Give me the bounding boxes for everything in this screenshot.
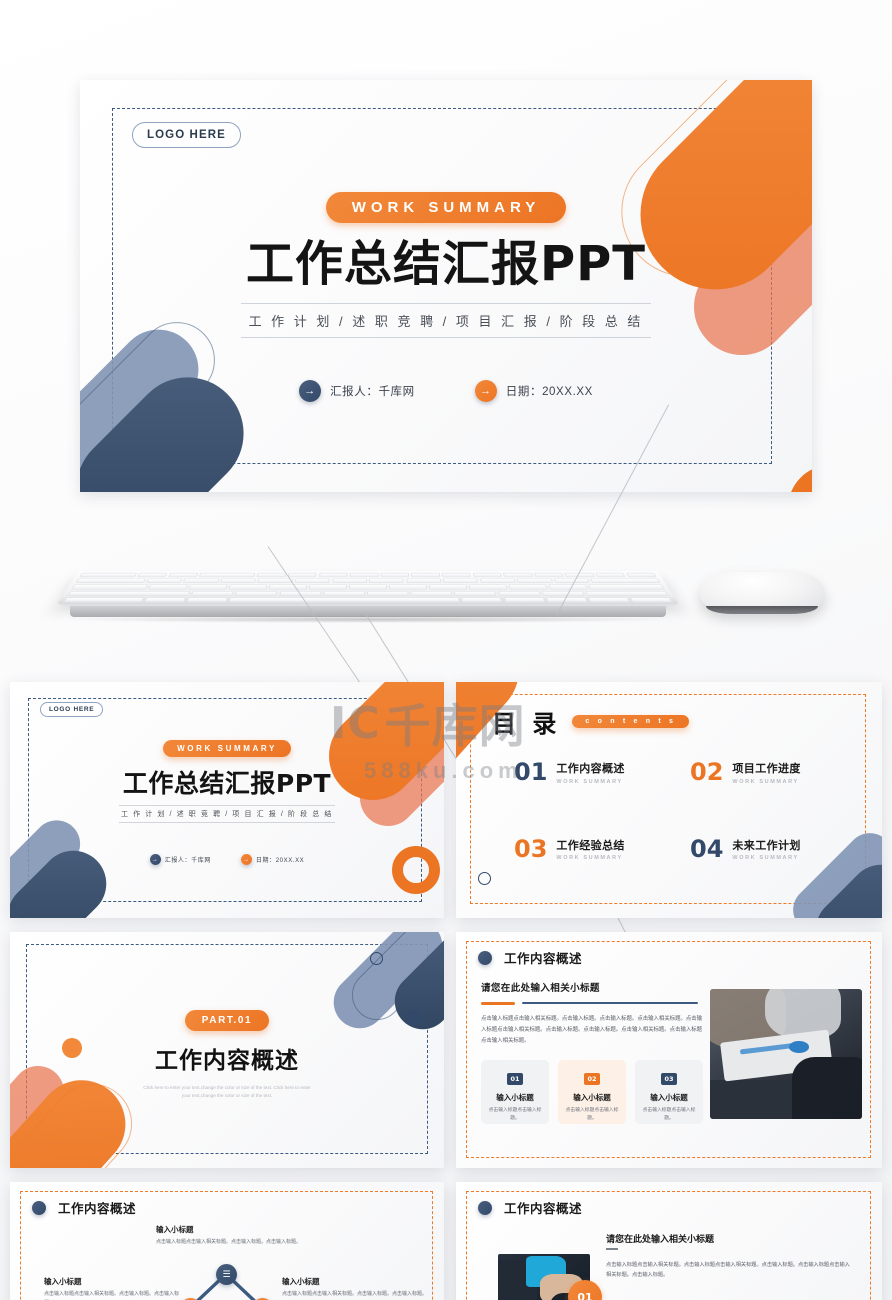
toc-item-title: 项目工作进度 <box>732 763 801 775</box>
slide-thumbnail-section-divider[interactable]: PART.01 工作内容概述 Click here to enter your … <box>10 932 444 1168</box>
slide7-body-text: 点击输入标题点击输入相关标题。点击输入标题点击输入相关标题。点击输入标题。点击输… <box>606 1262 850 1279</box>
hero-logo[interactable]: LOGO HERE <box>132 122 241 148</box>
ppt-template-preview-page: LOGO HERE WORK SUMMARY 工作总结汇报PPT 工 作 计 划… <box>0 0 892 1300</box>
rule-orange <box>481 1002 515 1005</box>
slide3-contents-pill: c o n t e n t s <box>572 715 690 728</box>
slide2-subtitle: 工 作 计 划 / 述 职 竞 聘 / 项 目 汇 报 / 阶 段 总 结 <box>119 805 335 823</box>
rule-navy <box>522 1002 698 1005</box>
toc-item-title: 工作内容概述 <box>556 763 625 775</box>
slide-thumbnail-content-photo[interactable]: 工作内容概述 请您在此处输入相关小标题 点击输入标题点击输入相关标题。点击输入标… <box>456 932 882 1168</box>
toc-item-subtitle: WORK SUMMARY <box>556 855 623 861</box>
hero-date-label: 日期：20XX.XX <box>505 386 593 398</box>
slide4-part-badge: PART.01 <box>184 1010 270 1031</box>
slide2-presenter-label: 汇报人：千库网 <box>164 858 211 864</box>
slide2-center-block: WORK SUMMARY 工作总结汇报PPT 工 作 计 划 / 述 职 竞 聘… <box>10 738 444 823</box>
hero-work-summary-badge: WORK SUMMARY <box>325 192 567 223</box>
hero-presenter: → 汇报人：千库网 <box>299 380 415 402</box>
slide5-card-number: 03 <box>661 1073 677 1085</box>
hero-presenter-label: 汇报人：千库网 <box>330 386 415 398</box>
toc-item-number: 03 <box>514 834 548 863</box>
slide5-photo <box>710 989 862 1119</box>
toc-list: 01 工作内容概述 WORK SUMMARY 02 项目工作进度 WORK SU… <box>514 760 834 861</box>
slide2-presenter: → 汇报人：千库网 <box>149 854 211 865</box>
hero-title: 工作总结汇报PPT <box>245 236 647 292</box>
slide5-card-title: 输入小标题 <box>496 1093 534 1102</box>
slide7-header: 工作内容概述 <box>478 1198 582 1217</box>
slide7-header-title: 工作内容概述 <box>504 1202 583 1216</box>
toc-item[interactable]: 01 工作内容概述 WORK SUMMARY <box>514 760 658 785</box>
toc-item-subtitle: WORK SUMMARY <box>556 778 623 785</box>
arrow-right-icon: → <box>149 854 161 865</box>
slide5-subheading: 请您在此处输入相关小标题 <box>481 983 600 994</box>
keyboard-icon <box>56 570 680 605</box>
arrow-right-icon: → <box>240 854 252 865</box>
hero-subtitle: 工 作 计 划 / 述 职 竞 聘 / 项 目 汇 报 / 阶 段 总 结 <box>241 302 651 338</box>
slide2-date-label: 日期：20XX.XX <box>255 858 305 864</box>
hero-meta-row: → 汇报人：千库网 → 日期：20XX.XX <box>80 380 812 402</box>
slide5-card-list: 01 输入小标题 点击输入标题点击输入标题。 02 输入小标题 点击输入标题点击… <box>481 1060 703 1124</box>
hero-slide[interactable]: LOGO HERE WORK SUMMARY 工作总结汇报PPT 工 作 计 划… <box>80 80 812 492</box>
toc-item-subtitle: WORK SUMMARY <box>732 855 799 861</box>
slide2-date: → 日期：20XX.XX <box>240 854 305 865</box>
bullet-dot-icon <box>478 950 492 965</box>
toc-item-subtitle: WORK SUMMARY <box>732 778 799 785</box>
toc-item-number: 02 <box>690 758 724 786</box>
arrow-right-icon: → <box>299 380 322 402</box>
slide2-title: 工作总结汇报PPT <box>122 769 332 798</box>
hero-date: → 日期：20XX.XX <box>474 380 593 402</box>
toc-item-title: 未来工作计划 <box>732 839 801 852</box>
slide7-subheading: 请您在此处输入相关小标题 <box>606 1234 715 1244</box>
slide3-heading-cn: 目 录 <box>492 710 561 738</box>
hero-orange-ring <box>788 465 812 492</box>
slide4-navy-ring <box>370 952 383 965</box>
toc-item[interactable]: 03 工作经验总结 WORK SUMMARY <box>514 837 658 862</box>
toc-item-title: 工作经验总结 <box>556 839 625 852</box>
slide3-heading: 目 录 c o n t e n t s <box>492 704 690 739</box>
slide5-header: 工作内容概述 <box>478 948 582 967</box>
slide5-card-body: 点击输入标题点击输入标题。 <box>488 1108 542 1122</box>
slide5-card-number: 02 <box>584 1073 600 1085</box>
slide5-card-title: 输入小标题 <box>573 1093 611 1102</box>
slide5-card-number: 01 <box>507 1073 523 1085</box>
slide2-meta-row: → 汇报人：千库网 → 日期：20XX.XX <box>10 854 444 865</box>
slide5-card[interactable]: 03 输入小标题 点击输入标题点击输入标题。 <box>635 1060 703 1124</box>
slide5-card[interactable]: 01 输入小标题 点击输入标题点击输入标题。 <box>481 1060 549 1124</box>
slide3-navy-ring <box>478 872 491 885</box>
slide2-work-summary-badge: WORK SUMMARY <box>163 740 291 757</box>
toc-item[interactable]: 02 项目工作进度 WORK SUMMARY <box>690 760 834 785</box>
toc-item-number: 04 <box>690 834 724 863</box>
slide-thumbnail-cover[interactable]: LOGO HERE WORK SUMMARY 工作总结汇报PPT 工 作 计 划… <box>10 682 444 918</box>
hardware-mockup <box>0 540 892 680</box>
slide5-body-text: 点击输入标题点击输入相关标题。点击输入标题。点击输入标题。点击输入相关标题。点击… <box>481 1016 703 1044</box>
slide5-card[interactable]: 02 输入小标题 点击输入标题点击输入标题。 <box>558 1060 626 1124</box>
mouse-base <box>706 606 818 614</box>
toc-item[interactable]: 04 未来工作计划 WORK SUMMARY <box>690 837 834 862</box>
slide-thumbnail-diagram[interactable]: 工作内容概述 输入小标题 点击输入标题点击输入相关标题。点击输入标题。点击输入标… <box>10 1182 444 1300</box>
hero-center-block: WORK SUMMARY 工作总结汇报PPT 工 作 计 划 / 述 职 竞 聘… <box>80 192 812 338</box>
arrow-right-icon: → <box>474 380 497 402</box>
slide5-header-title: 工作内容概述 <box>504 952 583 966</box>
bullet-dot-icon <box>478 1200 492 1215</box>
slide5-card-body: 点击输入标题点击输入标题。 <box>642 1108 696 1122</box>
slide7-rule <box>606 1248 618 1250</box>
slide4-center-block: PART.01 工作内容概述 Click here to enter your … <box>10 1010 444 1101</box>
slide-thumbnail-content-badge[interactable]: 工作内容概述 请您在此处输入相关小标题 点击输入标题点击输入相关标题。点击输入标… <box>456 1182 882 1300</box>
slide6-node-top[interactable]: ☰ <box>216 1264 237 1285</box>
slide4-description: Click here to enter your text,change the… <box>143 1085 311 1099</box>
slide-thumbnail-contents[interactable]: 目 录 c o n t e n t s 01 工作内容概述 WORK SUMMA… <box>456 682 882 918</box>
slide5-rule <box>481 1002 698 1005</box>
slide5-card-body: 点击输入标题点击输入标题。 <box>565 1108 619 1122</box>
toc-item-number: 01 <box>514 758 548 786</box>
slide2-logo[interactable]: LOGO HERE <box>40 702 104 717</box>
slide4-title: 工作内容概述 <box>155 1048 299 1074</box>
slide5-card-title: 输入小标题 <box>650 1093 688 1102</box>
